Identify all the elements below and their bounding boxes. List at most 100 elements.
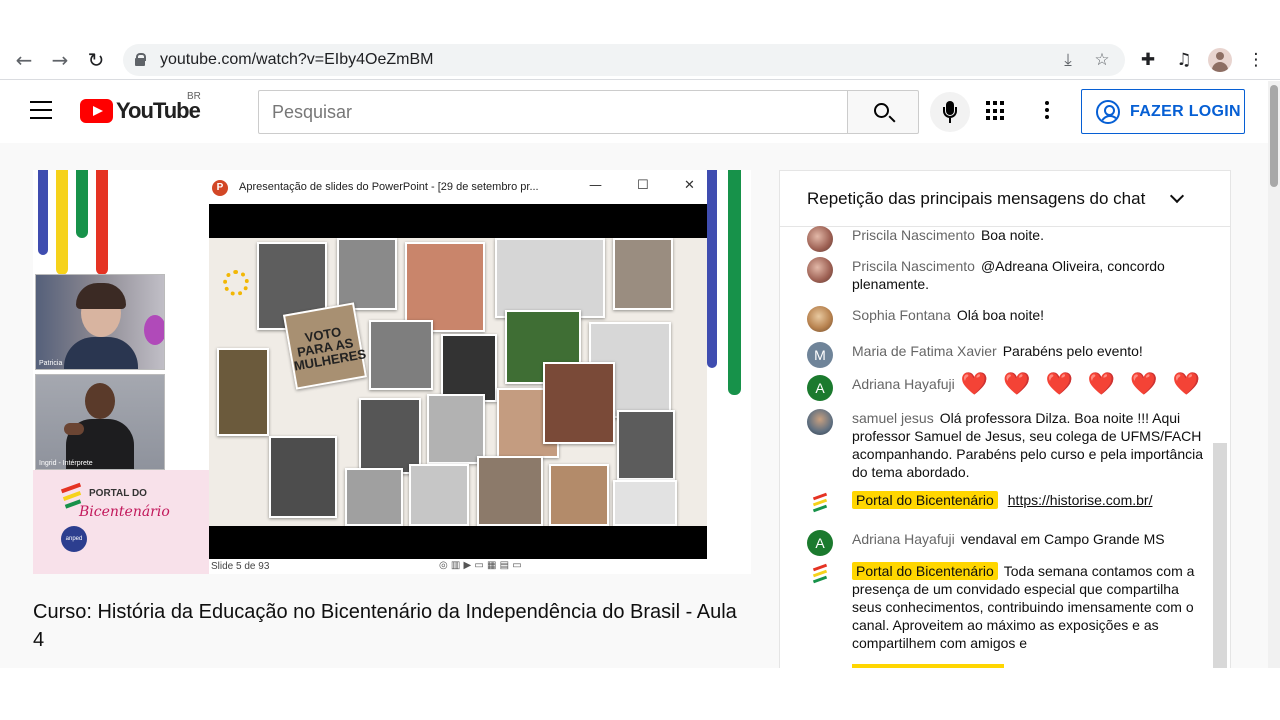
region-code: BR <box>187 91 201 102</box>
search-button[interactable] <box>847 90 919 134</box>
heart-emoji-icon: ❤️ ❤️ ❤️ ❤️ ❤️ ❤️ <box>960 372 1205 397</box>
chat-author-owner-badge: Portal do Bicentenário <box>852 491 998 509</box>
webcam-interpreter: Ingrid - Intérprete <box>35 374 165 470</box>
youtube-play-icon <box>80 99 113 123</box>
webcam-name-label: Patricia <box>39 360 63 367</box>
chat-scrollbar[interactable] <box>1213 443 1227 668</box>
chevron-down-icon[interactable] <box>1169 188 1185 204</box>
page-scrollbar[interactable] <box>1268 81 1280 668</box>
decor-stripe-yellow <box>56 170 68 275</box>
chat-author: Priscila Nascimento <box>852 227 975 243</box>
collage-photo <box>405 242 485 332</box>
collage-photo <box>217 348 269 436</box>
reload-icon[interactable]: ↻ <box>84 48 108 72</box>
youtube-header: YouTube BR FAZER LOGIN <box>0 81 1268 143</box>
avatar <box>807 226 833 252</box>
voto-sign: VOTO PARA AS MULHERES <box>282 302 367 390</box>
more-options-icon[interactable] <box>1045 101 1051 121</box>
back-arrow-icon[interactable]: ← <box>12 48 36 72</box>
sun-icon <box>223 270 249 296</box>
top-blank-area <box>0 0 1280 40</box>
chat-text: Parabéns pelo evento! <box>1002 343 1143 359</box>
collage-photo <box>613 238 673 310</box>
webcam-name-label: Ingrid - Intérprete <box>39 460 93 467</box>
collage-photo <box>495 238 605 318</box>
portal-logo-line2: Bicentenário <box>79 504 170 520</box>
live-chat-panel: Repetição das principais mensagens do ch… <box>779 170 1231 668</box>
chat-message: Priscila Nascimento Boa noite. <box>807 226 1207 252</box>
slide-view-icons: ◎ ▥ ▶ ▭ ▦ ▤ ▭ <box>439 560 522 571</box>
portal-avatar-icon <box>807 491 833 517</box>
chat-message: samuel jesus Olá professora Dilza. Boa no… <box>807 409 1207 481</box>
search-input[interactable] <box>259 91 847 133</box>
avatar <box>807 257 833 283</box>
collage-photo <box>441 334 497 402</box>
decor-stripe-green <box>76 170 88 238</box>
avatar <box>807 409 833 435</box>
portal-bicentenario-logo: PORTAL DO Bicentenário anped <box>55 480 175 555</box>
chat-link[interactable]: https://historise.com.br/ <box>1008 492 1153 508</box>
collage-photo <box>337 238 397 310</box>
decor-stripe-red <box>96 170 108 275</box>
avatar: A <box>807 375 833 401</box>
chat-author: samuel jesus <box>852 410 934 426</box>
chat-author: Adriana Hayafuji <box>852 531 955 547</box>
close-icon: ✕ <box>684 178 695 193</box>
install-app-icon[interactable]: ⤓ <box>1057 49 1079 71</box>
login-button[interactable]: FAZER LOGIN <box>1081 89 1245 134</box>
maximize-icon: ☐ <box>637 178 649 193</box>
extensions-puzzle-icon[interactable]: ✚ <box>1136 48 1160 72</box>
powerpoint-statusbar: Slide 5 de 93 ◎ ▥ ▶ ▭ ▦ ▤ ▭ <box>209 559 707 574</box>
decor-stripe-green-right <box>728 170 741 395</box>
chrome-menu-icon[interactable]: ⋮ <box>1244 48 1268 72</box>
forward-arrow-icon[interactable]: → <box>48 48 72 72</box>
chat-header[interactable]: Repetição das principais mensagens do ch… <box>780 171 1230 227</box>
microphone-foot <box>949 118 951 123</box>
search-box <box>258 90 848 134</box>
address-bar[interactable]: youtube.com/watch?v=EIby4OeZmBM ⤓ ☆ <box>123 44 1125 76</box>
menu-hamburger-icon[interactable] <box>30 101 52 119</box>
decor-stripe-blue <box>38 170 48 255</box>
chat-message: Priscila Nascimento @Adreana Oliveira, co… <box>807 257 1207 293</box>
powerpoint-icon: P <box>212 180 228 196</box>
voice-search-button[interactable] <box>930 92 970 132</box>
chat-text: Olá boa noite! <box>956 307 1045 323</box>
profile-avatar-icon[interactable] <box>1208 48 1232 72</box>
powerpoint-titlebar: P Apresentação de slides do PowerPoint -… <box>209 172 707 204</box>
login-label: FAZER LOGIN <box>1130 103 1241 120</box>
collage-photo <box>409 464 469 526</box>
media-control-icon[interactable]: ♫ <box>1172 48 1196 72</box>
chat-message: A Adriana Hayafuji ❤️ ❤️ ❤️ ❤️ ❤️ ❤️ <box>807 372 1207 401</box>
chat-message: Portal do Bicentenário Toda semana contam… <box>807 562 1207 652</box>
collage-photo <box>427 394 485 464</box>
avatar <box>807 306 833 332</box>
chat-message: Sophia Fontana Olá boa noite! <box>807 306 1207 332</box>
scrollbar-thumb[interactable] <box>1270 85 1278 187</box>
search-icon <box>874 103 889 118</box>
url-text[interactable]: youtube.com/watch?v=EIby4OeZmBM <box>160 51 433 69</box>
bookmark-star-icon[interactable]: ☆ <box>1091 49 1113 71</box>
chat-author: Adriana Hayafuji <box>852 376 955 392</box>
anped-logo: anped <box>61 526 87 552</box>
video-player[interactable]: Patricia Ingrid - Intérprete PORTAL DO B… <box>33 170 751 574</box>
chat-message: Portal do Bicentenário https://historise.… <box>807 491 1207 517</box>
browser-toolbar: ← → ↻ youtube.com/watch?v=EIby4OeZmBM ⤓ … <box>0 40 1280 80</box>
slide-counter: Slide 5 de 93 <box>211 561 270 572</box>
women-collage-image: VOTO PARA AS MULHERES <box>209 238 707 526</box>
chat-text: Boa noite. <box>980 227 1044 243</box>
chat-author: Sophia Fontana <box>852 307 951 323</box>
collage-photo <box>345 468 403 526</box>
collage-photo <box>543 362 615 444</box>
chat-message: M Maria de Fatima Xavier Parabéns pelo ev… <box>807 342 1207 368</box>
microphone-stand <box>943 107 957 118</box>
chat-author: Priscila Nascimento <box>852 258 975 274</box>
video-title: Curso: História da Educação no Bicentená… <box>33 601 737 651</box>
slide-content: VOTO PARA AS MULHERES <box>209 204 707 559</box>
powerpoint-window-title: Apresentação de slides do PowerPoint - [… <box>239 181 539 193</box>
chat-text: vendaval em Campo Grande MS <box>960 531 1165 547</box>
portal-avatar-icon <box>807 562 833 588</box>
minimize-icon: — <box>589 178 602 193</box>
apps-grid-icon[interactable] <box>986 101 1006 121</box>
collage-photo <box>269 436 337 518</box>
collage-photo <box>613 480 677 526</box>
